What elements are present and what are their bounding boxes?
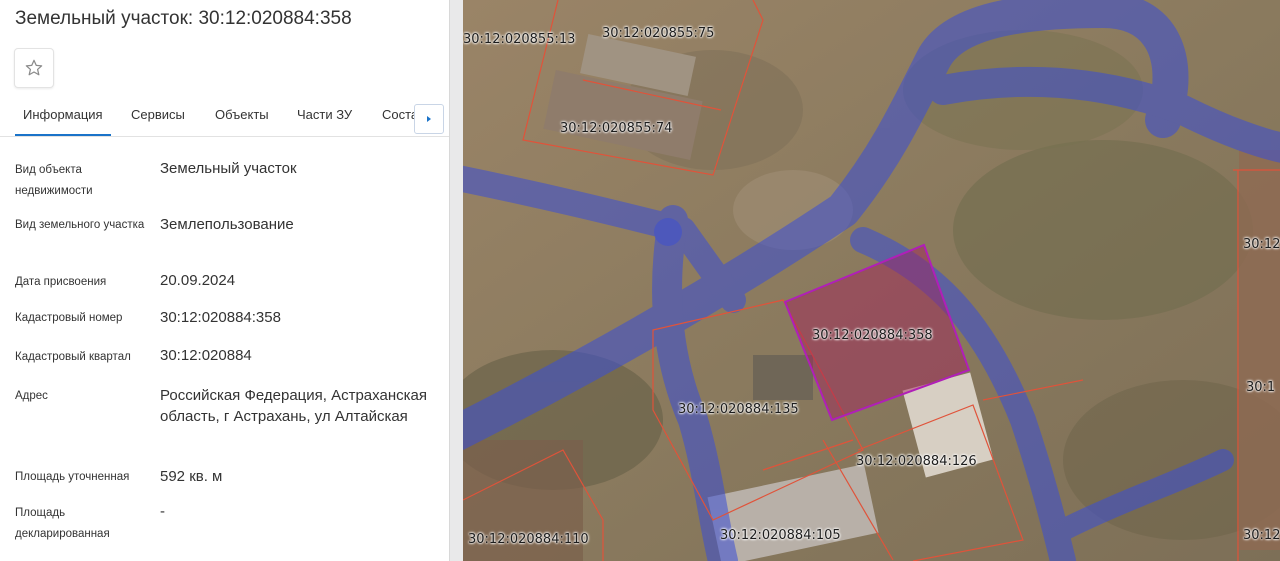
- area-value: 592 кв. м: [160, 468, 223, 485]
- cad-quarter-label: Кадастровый квартал: [15, 351, 131, 363]
- info-panel: Земельный участок: 30:12:020884:358 Инфо…: [0, 0, 449, 561]
- selected-parcel-label[interactable]: 30:12:020884:358: [812, 328, 933, 343]
- tab-bar: Информация Сервисы Объекты Части ЗУ Сост…: [0, 96, 449, 137]
- object-type-label: Вид объекта недвижимости: [15, 164, 93, 197]
- parcel-label: 30:12:020855:75: [602, 26, 715, 41]
- land-type-value: Землепользование: [160, 216, 294, 233]
- address-label: Адрес: [15, 390, 48, 402]
- page-title: Земельный участок: 30:12:020884:358: [15, 8, 352, 29]
- date-label: Дата присвоения: [15, 276, 107, 288]
- parcel-label: 30:12: [1243, 528, 1280, 543]
- declared-area-value: -: [160, 503, 165, 520]
- parcel-label: 30:12:020884:126: [856, 454, 977, 469]
- parcel-label: 30:12:020884:135: [678, 402, 799, 417]
- area-label: Площадь уточненная: [15, 471, 130, 483]
- cad-number-value: 30:12:020884:358: [160, 309, 281, 326]
- satellite-imagery: [463, 0, 1280, 561]
- cad-number-label: Кадастровый номер: [15, 312, 123, 324]
- parcel-label: 30:12:020855:74: [560, 121, 673, 136]
- cad-quarter-value: 30:12:020884: [160, 347, 252, 364]
- star-icon: [25, 59, 43, 76]
- tab-information[interactable]: Информация: [15, 96, 111, 136]
- panel-splitter[interactable]: [449, 0, 464, 561]
- land-type-label: Вид земельного участка: [15, 219, 145, 231]
- parcel-label: 30:12:020884:105: [720, 528, 841, 543]
- tab-objects[interactable]: Объекты: [215, 96, 269, 134]
- parcel-label: 30:12:020884:110: [468, 532, 589, 547]
- declared-area-label: Площадь декларированная: [15, 507, 110, 540]
- address-value: Российская Федерация, Астраханская облас…: [160, 387, 427, 425]
- tab-parts[interactable]: Части ЗУ: [297, 96, 352, 134]
- parcel-label: 30:12:020855:13: [463, 32, 576, 47]
- parcel-label: 30:12: [1243, 237, 1280, 252]
- object-type-value: Земельный участок: [160, 160, 297, 177]
- tabs-scroll-right-button[interactable]: [414, 104, 444, 134]
- map-view[interactable]: 30:12:020855:13 30:12:020855:75 30:12:02…: [463, 0, 1280, 561]
- parcel-label: 30:1: [1246, 380, 1276, 395]
- date-value: 20.09.2024: [160, 272, 236, 289]
- favorite-button[interactable]: [14, 48, 54, 88]
- tab-services[interactable]: Сервисы: [131, 96, 185, 134]
- triangle-right-icon: [427, 116, 431, 122]
